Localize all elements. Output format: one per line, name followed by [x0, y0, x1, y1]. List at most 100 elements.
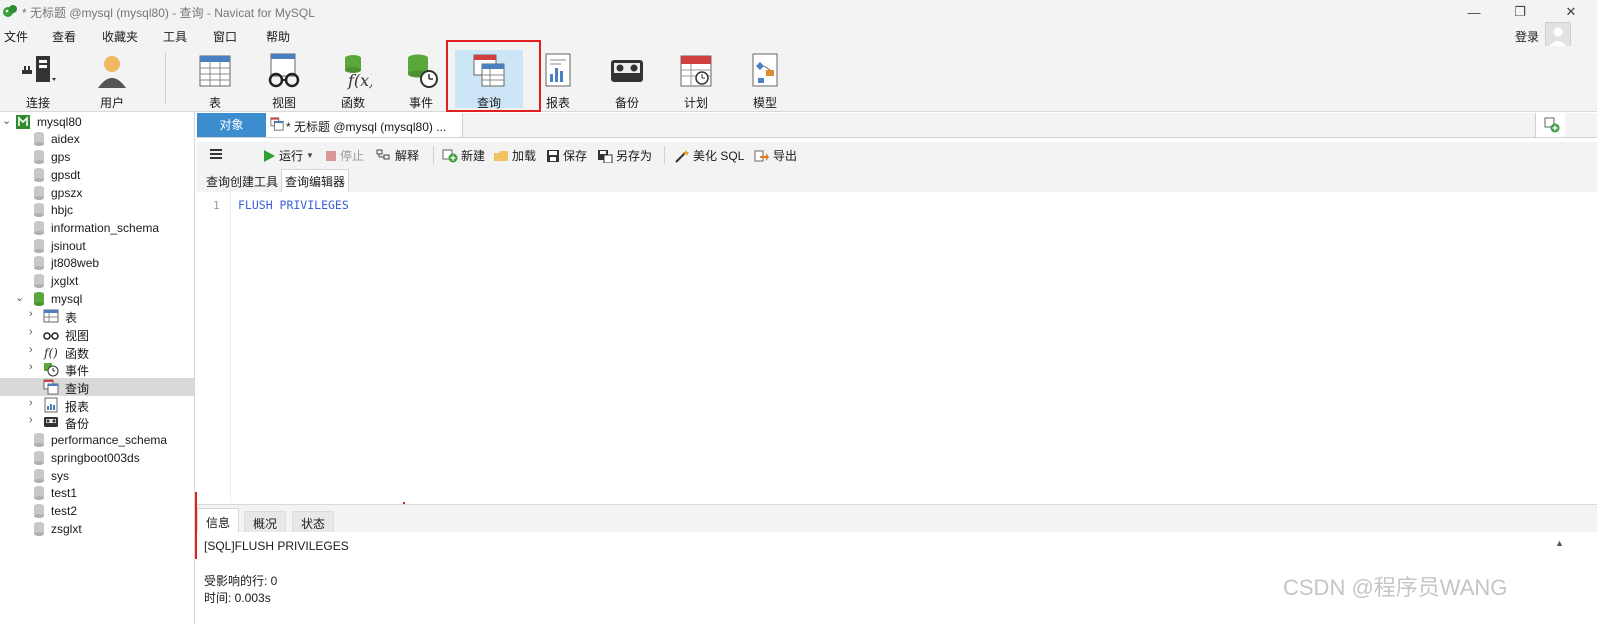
tree-db-gpszx[interactable]: gpszx [0, 184, 194, 202]
table-icon [43, 309, 59, 323]
tree-label: zsglxt [51, 522, 82, 536]
tree-db-aidex[interactable]: aidex [0, 130, 194, 148]
sql-code[interactable]: FLUSH PRIVILEGES [238, 198, 349, 212]
run-button[interactable]: 运行 ▼ [262, 147, 314, 164]
dropdown-arrow-icon[interactable]: ▼ [306, 151, 314, 160]
menu-bar: 文件 查看 收藏夹 工具 窗口 帮助 登录 [0, 24, 1597, 46]
tree-node-functions[interactable]: › f() 函数 [0, 343, 194, 361]
watermark: CSDN @程序员WANG [1283, 575, 1508, 600]
tree-label: mysql80 [37, 115, 82, 129]
function-button[interactable]: f(x) 函数 [323, 50, 383, 110]
tree-db-springboot003ds[interactable]: springboot003ds [0, 449, 194, 467]
backup-button[interactable]: 备份 [597, 50, 657, 110]
explain-button[interactable]: 解释 [376, 147, 419, 164]
collapse-arrow-icon[interactable]: ⌄ [15, 291, 24, 304]
view-button[interactable]: 视图 [254, 50, 314, 110]
tree-db-information-schema[interactable]: information_schema [0, 219, 194, 237]
expand-arrow-icon[interactable]: › [29, 397, 33, 409]
event-button[interactable]: 事件 [391, 50, 451, 110]
tree-node-reports[interactable]: › 报表 [0, 396, 194, 414]
avatar[interactable] [1545, 22, 1571, 48]
schedule-button[interactable]: 计划 [666, 50, 726, 110]
navigation-sidebar: ⌄ mysql80 aidex gps gpsdt gpszx hbjc inf… [0, 112, 195, 624]
scroll-up-arrow-icon[interactable]: ▲ [1555, 538, 1564, 548]
report-icon [545, 53, 571, 87]
database-icon [34, 486, 44, 500]
tree-connection-mysql80[interactable]: ⌄ mysql80 [0, 113, 194, 131]
tree-db-gpsdt[interactable]: gpsdt [0, 166, 194, 184]
close-button[interactable]: ✕ [1548, 0, 1594, 24]
tab-query-editor[interactable]: 查询编辑器 [281, 169, 350, 192]
menu-file[interactable]: 文件 [4, 28, 28, 45]
menu-view[interactable]: 查看 [52, 28, 76, 45]
tree-db-jt808web[interactable]: jt808web [0, 254, 194, 272]
save-as-button[interactable]: 另存为 [597, 147, 652, 164]
tree-node-events[interactable]: › 事件 [0, 360, 194, 378]
user-button[interactable]: 用户 [82, 50, 142, 110]
tree-db-zsglxt[interactable]: zsglxt [0, 520, 194, 538]
tab-object[interactable]: 对象 [197, 113, 266, 137]
new-query-button[interactable]: 新建 [442, 147, 485, 164]
tree-label: 事件 [65, 364, 90, 378]
load-button[interactable]: 加载 [493, 147, 536, 164]
expand-arrow-icon[interactable]: › [29, 361, 33, 373]
expand-arrow-icon[interactable]: › [29, 308, 33, 320]
new-tab-button[interactable] [1535, 113, 1565, 137]
tree-label: 表 [65, 311, 78, 325]
tree-node-queries[interactable]: 查询 [0, 378, 194, 396]
maximize-button[interactable]: ❐ [1497, 0, 1543, 24]
main-toolbar: 连接 用户 表 视图 f(x 函数 事件 查询 报表 备份 计划 模型 [0, 46, 1597, 112]
menu-help[interactable]: 帮助 [266, 28, 290, 45]
toolbar-separator [165, 52, 166, 104]
collapse-arrow-icon[interactable]: ⌄ [2, 114, 11, 127]
minimize-button[interactable]: — [1451, 0, 1497, 24]
sql-editor[interactable]: 1 FLUSH PRIVILEGES [197, 192, 1597, 502]
tab-query-builder[interactable]: 查询创建工具 [203, 172, 281, 191]
tab-info[interactable]: 信息 [197, 508, 240, 533]
calendar-icon [680, 55, 712, 87]
stop-button[interactable]: 停止 [325, 147, 364, 164]
tree-label: test2 [51, 504, 78, 518]
tree-db-jsinout[interactable]: jsinout [0, 237, 194, 255]
menu-window[interactable]: 窗口 [213, 28, 237, 45]
tree-node-views[interactable]: › 视图 [0, 325, 194, 343]
event-icon [408, 54, 438, 88]
object-tab-bar: 对象 * 无标题 @mysql (mysql80) ... [197, 113, 1597, 138]
expand-arrow-icon[interactable]: › [29, 414, 33, 426]
tree-db-mysql[interactable]: ⌄ mysql [0, 290, 194, 308]
connect-button[interactable]: 连接 [8, 50, 68, 110]
tab-status[interactable]: 状态 [292, 511, 335, 533]
menu-button[interactable] [209, 147, 223, 161]
tree-db-hbjc[interactable]: hbjc [0, 201, 194, 219]
menu-favorites[interactable]: 收藏夹 [102, 28, 138, 45]
tree-db-performance-schema[interactable]: performance_schema [0, 431, 194, 449]
export-button[interactable]: 导出 [754, 147, 797, 164]
tree-db-test2[interactable]: test2 [0, 502, 194, 520]
expand-arrow-icon[interactable]: › [29, 326, 33, 338]
model-label: 模型 [752, 96, 777, 110]
table-button[interactable]: 表 [185, 50, 245, 110]
save-as-icon [598, 149, 613, 163]
tree-node-backups[interactable]: › 备份 [0, 413, 194, 431]
svg-text:f(): f() [43, 346, 58, 360]
menu-tools[interactable]: 工具 [163, 28, 187, 45]
tree-label: gpszx [51, 186, 83, 200]
expand-arrow-icon[interactable]: › [29, 344, 33, 356]
beautify-sql-button[interactable]: 美化 SQL [674, 147, 744, 164]
database-icon [34, 203, 44, 217]
login-link[interactable]: 登录 [1515, 28, 1539, 45]
tree-db-gps[interactable]: gps [0, 148, 194, 166]
tree-db-sys[interactable]: sys [0, 467, 194, 485]
save-button[interactable]: 保存 [546, 147, 587, 164]
tree-node-tables[interactable]: › 表 [0, 307, 194, 325]
tree-db-jxglxt[interactable]: jxglxt [0, 272, 194, 290]
tree-db-test1[interactable]: test1 [0, 484, 194, 502]
new-label: 新建 [461, 149, 486, 163]
model-button[interactable]: 模型 [735, 50, 795, 110]
tree-label: 备份 [65, 417, 90, 431]
magic-wand-icon [675, 149, 689, 163]
view-icon [43, 332, 59, 340]
tab-overview[interactable]: 概况 [244, 511, 287, 533]
tab-query-label: * 无标题 @mysql (mysql80) ... [286, 120, 447, 134]
tab-query[interactable]: * 无标题 @mysql (mysql80) ... [266, 113, 463, 137]
